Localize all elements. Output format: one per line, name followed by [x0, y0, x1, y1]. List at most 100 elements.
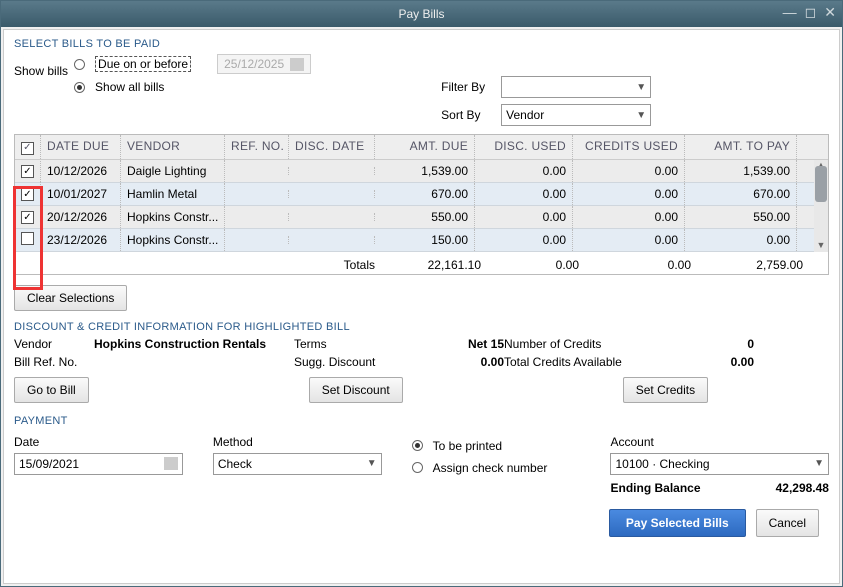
cell-ref [225, 167, 289, 175]
cell-vendor: Hopkins Constr... [121, 229, 225, 251]
cell-ref [225, 190, 289, 198]
col-disc-date[interactable]: DISC. DATE [289, 135, 375, 159]
cell-cu: 0.00 [573, 229, 685, 251]
section-discount-info: DISCOUNT & CREDIT INFORMATION FOR HIGHLI… [14, 321, 829, 333]
cell-disc-date [289, 236, 375, 244]
section-select-bills: SELECT BILLS TO BE PAID [14, 38, 829, 50]
table-row[interactable]: 23/12/2026Hopkins Constr...150.000.000.0… [15, 229, 828, 252]
set-credits-button[interactable]: Set Credits [623, 377, 708, 403]
ending-balance-value: 42,298.48 [776, 481, 829, 495]
chevron-down-icon: ▼ [814, 458, 824, 469]
row-checkbox[interactable] [21, 232, 34, 245]
col-disc-used[interactable]: DISC. USED [475, 135, 573, 159]
cell-disc-date [289, 190, 375, 198]
window-title: Pay Bills [398, 7, 444, 21]
cell-date: 10/12/2026 [41, 160, 121, 182]
section-payment: PAYMENT [14, 415, 829, 427]
terms-value: Net 15 [414, 337, 504, 351]
cell-pay: 0.00 [685, 229, 797, 251]
cell-du: 0.00 [475, 206, 573, 228]
go-to-bill-button[interactable]: Go to Bill [14, 377, 89, 403]
row-checkbox[interactable]: ✓ [21, 188, 34, 201]
cell-cu: 0.00 [573, 206, 685, 228]
radio-show-all[interactable] [74, 82, 85, 93]
total-credits-label: Total Credits Available [504, 355, 674, 369]
row-checkbox[interactable]: ✓ [21, 211, 34, 224]
cell-pay: 670.00 [685, 183, 797, 205]
cell-cu: 0.00 [573, 183, 685, 205]
calendar-icon [164, 457, 178, 470]
bill-ref-label: Bill Ref. No. [14, 355, 94, 369]
totals-cu: 0.00 [579, 258, 691, 272]
close-icon[interactable]: ✕ [824, 4, 836, 21]
cell-pay: 550.00 [685, 206, 797, 228]
cell-amt: 1,539.00 [375, 160, 475, 182]
cell-amt: 550.00 [375, 206, 475, 228]
ending-balance-label: Ending Balance [610, 481, 700, 495]
calendar-icon [290, 58, 304, 71]
col-ref[interactable]: REF. NO. [225, 135, 289, 159]
col-date[interactable]: DATE DUE [41, 135, 121, 159]
filter-by-select[interactable]: ▼ [501, 76, 651, 98]
cell-vendor: Daigle Lighting [121, 160, 225, 182]
col-amt-pay[interactable]: AMT. TO PAY [685, 135, 797, 159]
totals-du: 0.00 [481, 258, 579, 272]
assign-check-label: Assign check number [433, 461, 548, 475]
table-row[interactable]: ✓10/01/2027Hamlin Metal670.000.000.00670… [15, 183, 828, 206]
header-checkbox[interactable]: ✓ [15, 135, 41, 159]
sort-by-select[interactable]: Vendor▼ [501, 104, 651, 126]
show-bills-label: Show bills [14, 54, 68, 78]
radio-assign-check[interactable] [412, 462, 423, 473]
scroll-down-icon[interactable]: ▼ [814, 240, 828, 252]
account-label: Account [610, 435, 829, 449]
row-checkbox[interactable]: ✓ [21, 165, 34, 178]
pay-method-select[interactable]: Check ▼ [213, 453, 382, 475]
bills-table: ✓ DATE DUE VENDOR REF. NO. DISC. DATE AM… [14, 134, 829, 275]
clear-selections-button[interactable]: Clear Selections [14, 285, 127, 311]
maximize-icon[interactable]: ◻ [805, 4, 817, 21]
cell-date: 10/01/2027 [41, 183, 121, 205]
cell-amt: 150.00 [375, 229, 475, 251]
chevron-down-icon: ▼ [636, 82, 646, 93]
total-credits-value: 0.00 [674, 355, 754, 369]
cell-vendor: Hopkins Constr... [121, 206, 225, 228]
pay-selected-button[interactable]: Pay Selected Bills [609, 509, 746, 537]
account-select[interactable]: 10100 · Checking ▼ [610, 453, 829, 475]
cell-du: 0.00 [475, 183, 573, 205]
col-vendor[interactable]: VENDOR [121, 135, 225, 159]
col-amt-due[interactable]: AMT. DUE [375, 135, 475, 159]
num-credits-label: Number of Credits [504, 337, 674, 351]
totals-label: Totals [21, 258, 381, 272]
cell-vendor: Hamlin Metal [121, 183, 225, 205]
table-row[interactable]: ✓10/12/2026Daigle Lighting1,539.000.000.… [15, 160, 828, 183]
cell-ref [225, 236, 289, 244]
radio-to-print[interactable] [412, 440, 423, 451]
to-print-label: To be printed [433, 439, 502, 453]
cell-cu: 0.00 [573, 160, 685, 182]
radio-due-label: Due on or before [95, 56, 191, 72]
pay-date-label: Date [14, 435, 183, 449]
radio-due-before[interactable] [74, 59, 85, 70]
chevron-down-icon: ▼ [636, 110, 646, 121]
pay-date-input[interactable]: 15/09/2021 [14, 453, 183, 475]
cell-pay: 1,539.00 [685, 160, 797, 182]
radio-all-label: Show all bills [95, 80, 164, 94]
vendor-label: Vendor [14, 337, 94, 351]
scroll-thumb[interactable] [815, 166, 827, 202]
cell-disc-date [289, 213, 375, 221]
terms-label: Terms [294, 337, 414, 351]
cell-date: 20/12/2026 [41, 206, 121, 228]
due-date-disabled: 25/12/2025 [217, 54, 311, 74]
set-discount-button[interactable]: Set Discount [309, 377, 403, 403]
cell-du: 0.00 [475, 229, 573, 251]
chevron-down-icon: ▼ [367, 458, 377, 469]
cell-du: 0.00 [475, 160, 573, 182]
scrollbar[interactable]: ▲ ▼ [814, 160, 828, 252]
sort-by-label: Sort By [441, 108, 491, 122]
cell-ref [225, 213, 289, 221]
totals-pay: 2,759.00 [691, 258, 803, 272]
table-row[interactable]: ✓20/12/2026Hopkins Constr...550.000.000.… [15, 206, 828, 229]
cancel-button[interactable]: Cancel [756, 509, 819, 537]
col-credits-used[interactable]: CREDITS USED [573, 135, 685, 159]
minimize-icon[interactable]: — [783, 4, 797, 21]
